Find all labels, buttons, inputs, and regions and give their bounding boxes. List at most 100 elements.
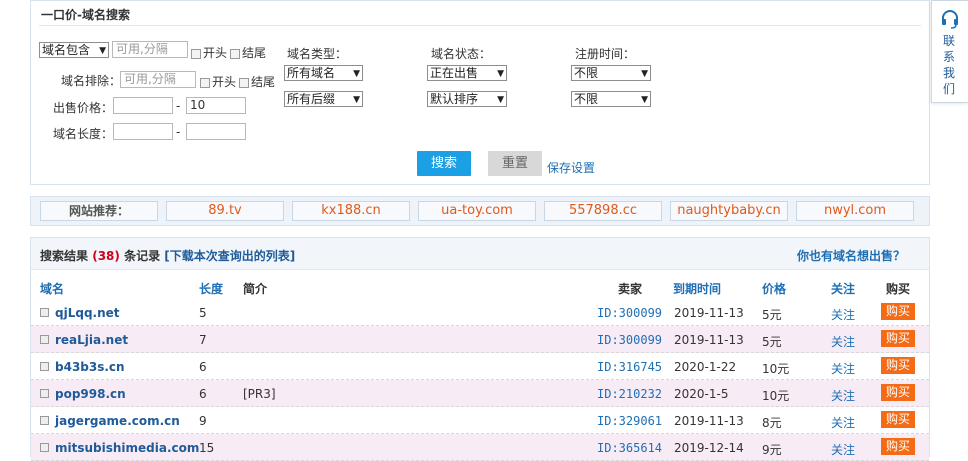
sell-domain-link[interactable]: 你也有域名想出售？ xyxy=(797,247,905,264)
sort-select[interactable]: 默认排序 ▼ xyxy=(427,91,507,107)
exclude-label: 域名排除： xyxy=(61,74,122,88)
contains-end-option[interactable]: 结尾 xyxy=(230,44,266,61)
seller-link[interactable]: ID:365614 xyxy=(597,441,662,455)
domain-link[interactable]: b43b3s.cn xyxy=(55,360,125,374)
follow-link[interactable]: 关注 xyxy=(831,387,855,404)
price: 5元 xyxy=(762,308,782,322)
follow-link[interactable]: 关注 xyxy=(831,441,855,458)
site-link[interactable]: ua-toy.com xyxy=(418,201,536,221)
length-label: 域名长度： xyxy=(53,127,114,141)
chevron-down-icon: ▼ xyxy=(497,69,504,79)
price: 10元 xyxy=(762,389,790,403)
results-prefix: 搜索结果 xyxy=(40,249,89,263)
recommended-sites-bar: 网站推荐： 89.tv kx188.cn ua-toy.com 557898.c… xyxy=(30,196,930,226)
checkbox[interactable] xyxy=(200,77,210,88)
expire-select[interactable]: 不限 ▼ xyxy=(571,91,651,107)
col-header-length[interactable]: 长度 xyxy=(199,280,223,297)
type-select[interactable]: 所有域名 ▼ xyxy=(284,65,363,81)
status-select[interactable]: 正在出售 ▼ xyxy=(427,65,507,81)
row-checkbox[interactable] xyxy=(40,362,49,371)
table-row: pop998.cn 6 [PR3] ID:210232 2020-1-5 10元… xyxy=(31,380,929,407)
expire-date: 2019-11-13 xyxy=(674,414,744,428)
domain-link[interactable]: reaLjia.net xyxy=(55,333,128,347)
chevron-down-icon: ▼ xyxy=(353,95,360,105)
reset-button[interactable]: 重置 xyxy=(488,151,542,176)
domain-intro: [PR3] xyxy=(243,387,276,401)
row-checkbox[interactable] xyxy=(40,416,49,425)
headset-icon xyxy=(942,10,958,29)
exclude-start-option[interactable]: 开头 xyxy=(200,73,236,90)
expire-date: 2020-1-5 xyxy=(674,387,729,401)
col-header-domain[interactable]: 域名 xyxy=(40,280,64,297)
domain-link[interactable]: jagergame.com.cn xyxy=(55,414,180,428)
search-button[interactable]: 搜索 xyxy=(417,151,471,176)
seller-link[interactable]: ID:329061 xyxy=(597,414,662,428)
seller-link[interactable]: ID:300099 xyxy=(597,333,662,347)
buy-button[interactable]: 购买 xyxy=(881,330,915,347)
results-count: (38) xyxy=(92,249,120,263)
table-row: qjLqq.net 5 ID:300099 2019-11-13 5元 关注 购… xyxy=(31,299,929,326)
follow-link[interactable]: 关注 xyxy=(831,306,855,323)
row-checkbox[interactable] xyxy=(40,389,49,398)
results-suffix: 条记录 xyxy=(124,249,161,263)
seller-link[interactable]: ID:210232 xyxy=(597,387,662,401)
regtime-label: 注册时间： xyxy=(575,47,636,61)
col-header-price[interactable]: 价格 xyxy=(762,280,786,297)
length-max-input[interactable] xyxy=(186,123,246,140)
domain-length: 9 xyxy=(199,414,207,428)
buy-button[interactable]: 购买 xyxy=(881,357,915,374)
chevron-down-icon: ▼ xyxy=(99,46,106,56)
row-checkbox[interactable] xyxy=(40,308,49,317)
follow-link[interactable]: 关注 xyxy=(831,360,855,377)
site-link[interactable]: nwyl.com xyxy=(796,201,914,221)
results-panel: 搜索结果 (38) 条记录 [下载本次查询出的列表] 你也有域名想出售？ 域名 … xyxy=(30,237,930,461)
seller-link[interactable]: ID:300099 xyxy=(597,306,662,320)
suffix-select[interactable]: 所有后缀 ▼ xyxy=(284,91,363,107)
search-panel-title: 一口价-域名搜索 xyxy=(41,8,130,22)
follow-link[interactable]: 关注 xyxy=(831,414,855,431)
status-label: 域名状态： xyxy=(431,47,492,61)
site-link[interactable]: kx188.cn xyxy=(292,201,410,221)
domain-length: 15 xyxy=(199,441,215,455)
contains-select[interactable]: 域名包含 ▼ xyxy=(39,42,109,58)
price: 9元 xyxy=(762,443,782,457)
exclude-input[interactable]: 可用,分隔 xyxy=(120,71,196,88)
buy-button[interactable]: 购买 xyxy=(881,384,915,401)
site-link[interactable]: naughtybaby.cn xyxy=(670,201,788,221)
domain-link[interactable]: qjLqq.net xyxy=(55,306,120,320)
exclude-end-option[interactable]: 结尾 xyxy=(239,73,275,90)
checkbox[interactable] xyxy=(230,48,240,59)
price: 5元 xyxy=(762,335,782,349)
domain-length: 6 xyxy=(199,387,207,401)
buy-button[interactable]: 购买 xyxy=(881,438,915,455)
row-checkbox[interactable] xyxy=(40,335,49,344)
regtime-select[interactable]: 不限 ▼ xyxy=(571,65,651,81)
price: 8元 xyxy=(762,416,782,430)
contact-us-tab[interactable]: 联系我们 xyxy=(931,0,968,103)
contact-us-label: 联系我们 xyxy=(943,34,956,96)
price-max-input[interactable]: 10 xyxy=(186,97,246,114)
price-min-input[interactable] xyxy=(113,97,173,114)
site-link[interactable]: 89.tv xyxy=(166,201,284,221)
type-label: 域名类型： xyxy=(287,47,348,61)
buy-button[interactable]: 购买 xyxy=(881,303,915,320)
follow-link[interactable]: 关注 xyxy=(831,333,855,350)
save-settings-link[interactable]: 保存设置 xyxy=(547,159,595,176)
length-min-input[interactable] xyxy=(113,123,173,140)
chevron-down-icon: ▼ xyxy=(641,95,648,105)
domain-link[interactable]: mitsubishimedia.com xyxy=(55,441,199,455)
results-header: 搜索结果 (38) 条记录 [下载本次查询出的列表] 你也有域名想出售？ xyxy=(31,238,929,270)
col-header-intro: 简介 xyxy=(243,282,268,296)
buy-button[interactable]: 购买 xyxy=(881,411,915,428)
contains-start-option[interactable]: 开头 xyxy=(191,44,227,61)
domain-link[interactable]: pop998.cn xyxy=(55,387,126,401)
seller-link[interactable]: ID:316745 xyxy=(597,360,662,374)
divider xyxy=(39,25,921,26)
table-row: jagergame.com.cn 9 ID:329061 2019-11-13 … xyxy=(31,407,929,434)
download-list-link[interactable]: [下载本次查询出的列表] xyxy=(164,249,295,263)
checkbox[interactable] xyxy=(239,77,249,88)
site-link[interactable]: 557898.cc xyxy=(544,201,662,221)
contains-input[interactable]: 可用,分隔 xyxy=(112,41,188,58)
col-header-expire[interactable]: 到期时间 xyxy=(673,280,721,297)
checkbox[interactable] xyxy=(191,48,201,59)
